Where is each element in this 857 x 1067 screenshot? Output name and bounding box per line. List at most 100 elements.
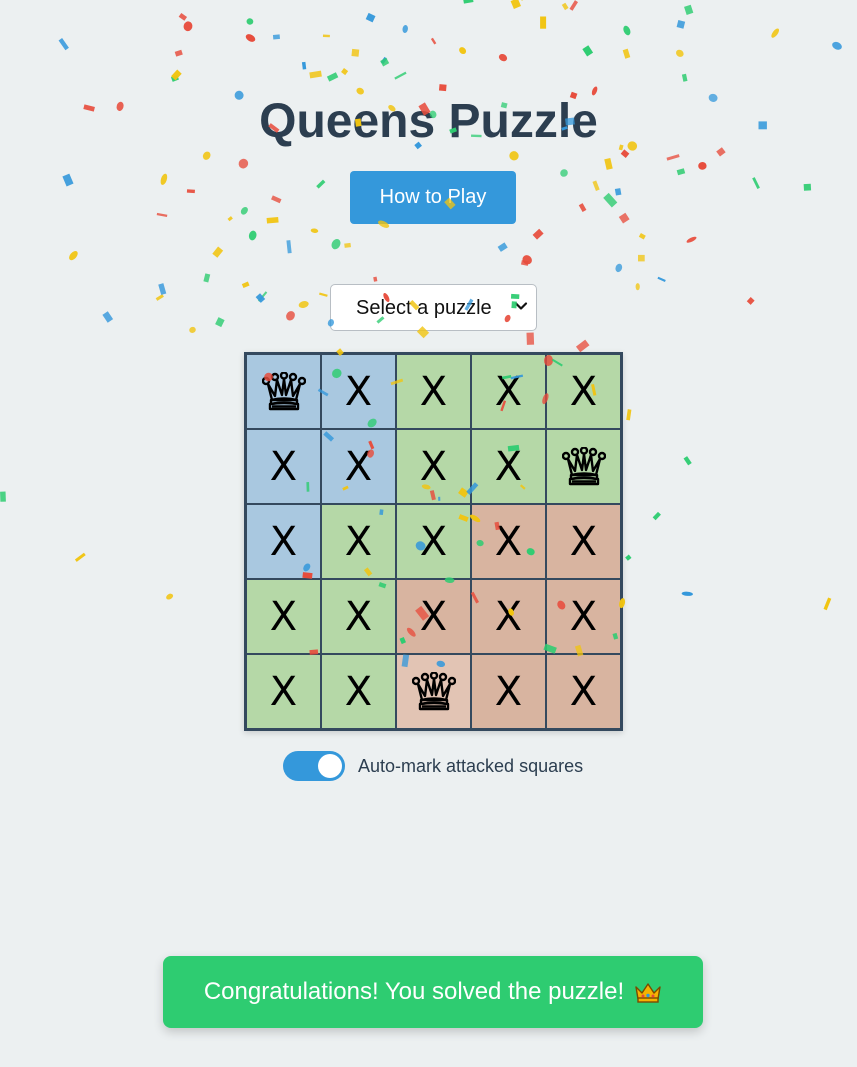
confetti-piece: [215, 317, 225, 328]
confetti-piece: [255, 293, 266, 303]
cell-x-mark: X: [494, 443, 523, 490]
board-cell[interactable]: X: [322, 580, 395, 653]
confetti-piece: [522, 255, 532, 265]
confetti-piece: [69, 251, 78, 261]
board-cell[interactable]: X: [547, 355, 620, 428]
confetti-piece: [625, 554, 632, 561]
confetti-piece: [0, 491, 6, 502]
confetti-piece: [248, 230, 257, 241]
board-cell[interactable]: X: [397, 505, 470, 578]
confetti-piece: [271, 195, 282, 204]
confetti-piece: [746, 296, 755, 305]
board-cell[interactable]: X: [247, 430, 320, 503]
cell-x-mark: X: [494, 593, 523, 640]
confetti-piece: [319, 292, 328, 297]
confetti-piece: [592, 180, 600, 191]
confetti-piece: [681, 591, 693, 596]
board-cell[interactable]: X: [322, 355, 395, 428]
puzzle-select[interactable]: Select a puzzle: [330, 284, 537, 331]
confetti-piece: [638, 232, 646, 240]
board-cell[interactable]: X: [397, 430, 470, 503]
board-cell[interactable]: X: [397, 355, 470, 428]
confetti-piece: [771, 28, 780, 38]
confetti-piece: [578, 203, 587, 213]
cell-x-mark: X: [569, 668, 598, 715]
confetti-piece: [309, 70, 322, 79]
board-cell[interactable]: X: [547, 655, 620, 728]
confetti-piece: [684, 4, 694, 15]
confetti-piece: [246, 18, 254, 25]
confetti-piece: [561, 2, 569, 11]
confetti-piece: [657, 276, 666, 282]
board-cell[interactable]: X: [547, 580, 620, 653]
board-cell[interactable]: X: [472, 505, 545, 578]
confetti-piece: [227, 216, 233, 222]
confetti-piece: [171, 69, 182, 81]
confetti-piece: [582, 45, 594, 57]
board-cell[interactable]: [397, 655, 470, 728]
confetti-piece: [286, 240, 292, 254]
confetti-piece: [156, 212, 168, 217]
confetti-piece: [463, 0, 474, 4]
confetti-piece: [521, 260, 529, 266]
confetti-piece: [516, 0, 526, 1]
board-cell[interactable]: X: [322, 505, 395, 578]
board-cell[interactable]: X: [472, 580, 545, 653]
board-cell[interactable]: X: [472, 355, 545, 428]
confetti-piece: [623, 25, 631, 36]
confetti-piece: [618, 212, 630, 224]
board-cell[interactable]: [547, 430, 620, 503]
cell-x-mark: X: [344, 593, 373, 640]
confetti-piece: [676, 168, 686, 176]
confetti-piece: [326, 72, 339, 82]
board-cell[interactable]: X: [247, 655, 320, 728]
board-cell[interactable]: X: [547, 505, 620, 578]
confetti-piece: [380, 56, 388, 65]
confetti-piece: [604, 158, 613, 170]
confetti-piece: [622, 48, 631, 59]
confetti-piece: [286, 311, 295, 321]
confetti-piece: [373, 276, 378, 282]
board-cell[interactable]: [247, 355, 320, 428]
confetti-piece: [272, 34, 280, 40]
crown-icon: [635, 983, 661, 1003]
cell-x-mark: X: [569, 368, 598, 415]
confetti-piece: [102, 311, 114, 323]
board-cell[interactable]: X: [472, 430, 545, 503]
auto-mark-label: Auto-mark attacked squares: [358, 755, 584, 776]
confetti-piece: [698, 161, 707, 170]
confetti-piece: [666, 154, 680, 161]
cell-x-mark: X: [494, 368, 523, 415]
confetti-piece: [626, 409, 632, 421]
confetti-piece: [683, 456, 692, 466]
confetti-piece: [186, 189, 195, 194]
confetti-piece: [178, 13, 188, 21]
board-cell[interactable]: X: [247, 580, 320, 653]
board-cell[interactable]: X: [247, 505, 320, 578]
confetti-piece: [62, 173, 74, 187]
confetti-piece: [158, 283, 167, 295]
confetti-piece: [183, 21, 193, 32]
confetti-piece: [675, 49, 684, 57]
cell-x-mark: X: [419, 368, 448, 415]
confetti-piece: [638, 254, 645, 262]
cell-x-mark: X: [344, 668, 373, 715]
confetti-piece: [569, 0, 579, 11]
confetti-piece: [394, 71, 407, 80]
confetti-piece: [402, 25, 408, 33]
how-to-play-button[interactable]: How to Play: [350, 171, 516, 224]
cell-x-mark: X: [419, 443, 448, 490]
cell-x-mark: X: [419, 593, 448, 640]
board-cell[interactable]: X: [322, 655, 395, 728]
confetti-piece: [351, 48, 360, 57]
board-cell[interactable]: X: [322, 430, 395, 503]
cell-x-mark: X: [269, 518, 298, 565]
confetti-piece: [510, 0, 521, 9]
auto-mark-setting: Auto-mark attacked squares: [283, 751, 583, 781]
board-cell[interactable]: X: [397, 580, 470, 653]
cell-x-mark: X: [344, 443, 373, 490]
confetti-piece: [212, 246, 224, 258]
auto-mark-toggle[interactable]: [283, 751, 345, 781]
cell-x-mark: X: [569, 593, 598, 640]
board-cell[interactable]: X: [472, 655, 545, 728]
